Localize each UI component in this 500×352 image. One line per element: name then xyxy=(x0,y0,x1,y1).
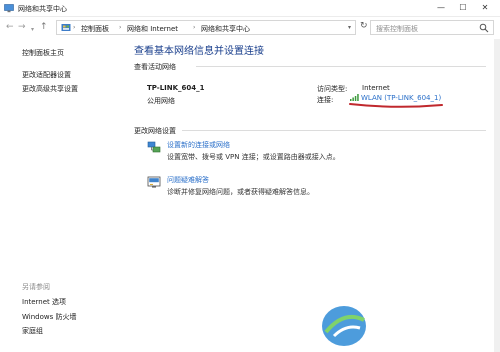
setup-connection-link[interactable]: 设置新的连接或网络 xyxy=(167,140,230,150)
window-title: 网络和共享中心 xyxy=(18,5,67,13)
minimize-button[interactable]: — xyxy=(430,0,452,16)
up-arrow-icon[interactable]: ↑ xyxy=(40,22,48,33)
search-input[interactable]: 搜索控制面板 xyxy=(370,20,494,35)
section-divider xyxy=(196,66,486,67)
troubleshoot-description: 诊断并修复网络问题，或者获得疑难解答信息。 xyxy=(167,188,314,196)
breadcrumb-separator-icon: › xyxy=(73,24,76,31)
sidebar-item-adapter-settings[interactable]: 更改适配器设置 xyxy=(22,70,71,80)
breadcrumb-network-internet[interactable]: 网络和 Internet xyxy=(127,24,178,34)
sidebar-item-control-panel-home[interactable]: 控制面板主页 xyxy=(22,48,64,58)
search-icon[interactable] xyxy=(479,23,489,33)
sidebar-item-internet-options[interactable]: Internet 选项 xyxy=(22,297,66,307)
change-settings-label: 更改网络设置 xyxy=(134,127,176,135)
breadcrumb-separator-icon: › xyxy=(119,24,122,31)
access-type-label: 访问类型: xyxy=(317,85,348,93)
watermark-text: 系统之家 xyxy=(372,316,444,336)
breadcrumb-separator-icon: › xyxy=(193,24,196,31)
back-arrow-icon[interactable]: ← xyxy=(6,22,14,33)
network-name: TP-LINK_604_1 xyxy=(147,84,205,92)
active-networks-label: 查看活动网络 xyxy=(134,63,176,71)
sidebar: 控制面板主页 更改适配器设置 更改高级共享设置 另请参阅 Internet 选项… xyxy=(0,39,122,352)
access-type-value: Internet xyxy=(362,84,390,92)
see-also-header: 另请参阅 xyxy=(22,283,50,291)
page-title: 查看基本网络信息并设置连接 xyxy=(134,46,264,57)
network-setup-icon xyxy=(147,141,161,153)
annotation-underline xyxy=(349,103,443,108)
wifi-signal-icon xyxy=(350,94,359,101)
breadcrumb-control-panel[interactable]: 控制面板 xyxy=(81,24,109,34)
close-button[interactable]: ✕ xyxy=(474,0,496,16)
maximize-button[interactable]: ☐ xyxy=(452,0,474,16)
address-row: ← → ▾ ↑ › 控制面板 › 网络和 Internet › 网络和共享中心 … xyxy=(0,17,500,39)
address-bar[interactable]: › 控制面板 › 网络和 Internet › 网络和共享中心 ▾ xyxy=(56,20,356,35)
setup-connection-description: 设置宽带、拨号或 VPN 连接；或设置路由器或接入点。 xyxy=(167,153,340,161)
title-bar: 网络和共享中心 — ☐ ✕ xyxy=(0,0,500,17)
troubleshoot-link[interactable]: 问题疑难解答 xyxy=(167,175,209,185)
sidebar-item-advanced-sharing[interactable]: 更改高级共享设置 xyxy=(22,84,78,94)
recent-pages-chevron-icon[interactable]: ▾ xyxy=(31,24,34,35)
refresh-icon[interactable]: ↻ xyxy=(360,21,368,31)
sidebar-item-homegroup[interactable]: 家庭组 xyxy=(22,326,43,336)
connections-label: 连接: xyxy=(317,96,334,104)
address-dropdown-icon[interactable]: ▾ xyxy=(348,24,351,31)
section-divider xyxy=(182,130,486,131)
breadcrumb-sharing-center[interactable]: 网络和共享中心 xyxy=(201,24,250,34)
troubleshoot-icon xyxy=(147,176,161,188)
network-category-link[interactable]: 公用网络 xyxy=(147,96,175,106)
watermark-logo-icon xyxy=(322,306,366,346)
search-placeholder: 搜索控制面板 xyxy=(376,25,418,33)
forward-arrow-icon[interactable]: → xyxy=(18,22,26,33)
sidebar-item-windows-firewall[interactable]: Windows 防火墙 xyxy=(22,312,76,322)
site-watermark: 系统之家 xyxy=(316,296,500,352)
network-center-icon xyxy=(4,4,14,13)
control-panel-icon xyxy=(61,24,71,31)
